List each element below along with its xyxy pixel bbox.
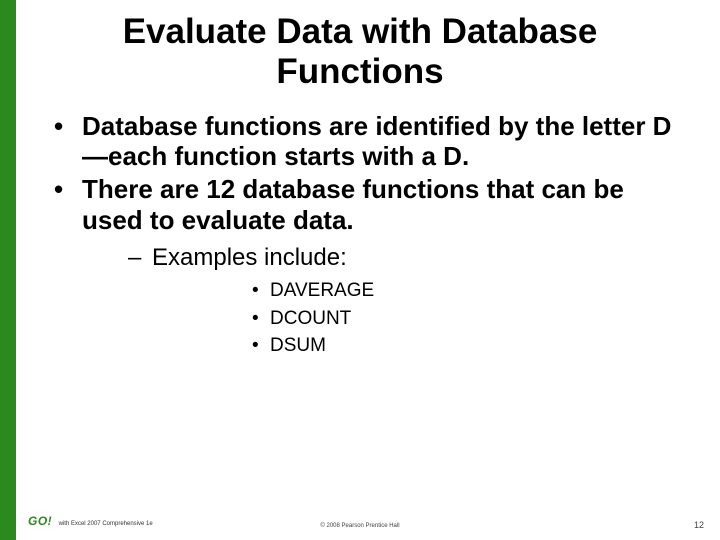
example-item: DCOUNT [152,305,680,333]
page-number: 12 [694,520,704,530]
bullet-item: There are 12 database functions that can… [40,174,680,360]
accent-bar [0,0,16,540]
bullet-text: There are 12 database functions that can… [82,174,624,235]
example-item: DAVERAGE [152,277,680,305]
slide-body: Database functions are identified by the… [0,93,720,360]
sub-text: Examples include: [152,244,347,271]
sub-item: Examples include: DAVERAGE DCOUNT DSUM [82,243,680,360]
example-item: DSUM [152,332,680,360]
bullet-item: Database functions are identified by the… [40,111,680,172]
footer: GO! with Excel 2007 Comprehensive 1e © 2… [0,512,720,540]
slide-title: Evaluate Data with Database Functions [0,0,720,93]
example-list: DAVERAGE DCOUNT DSUM [152,277,680,360]
slide: Evaluate Data with Database Functions Da… [0,0,720,540]
copyright-text: © 2008 Pearson Prentice Hall [0,523,720,529]
sub-list: Examples include: DAVERAGE DCOUNT DSUM [82,243,680,360]
bullet-list: Database functions are identified by the… [40,111,680,360]
